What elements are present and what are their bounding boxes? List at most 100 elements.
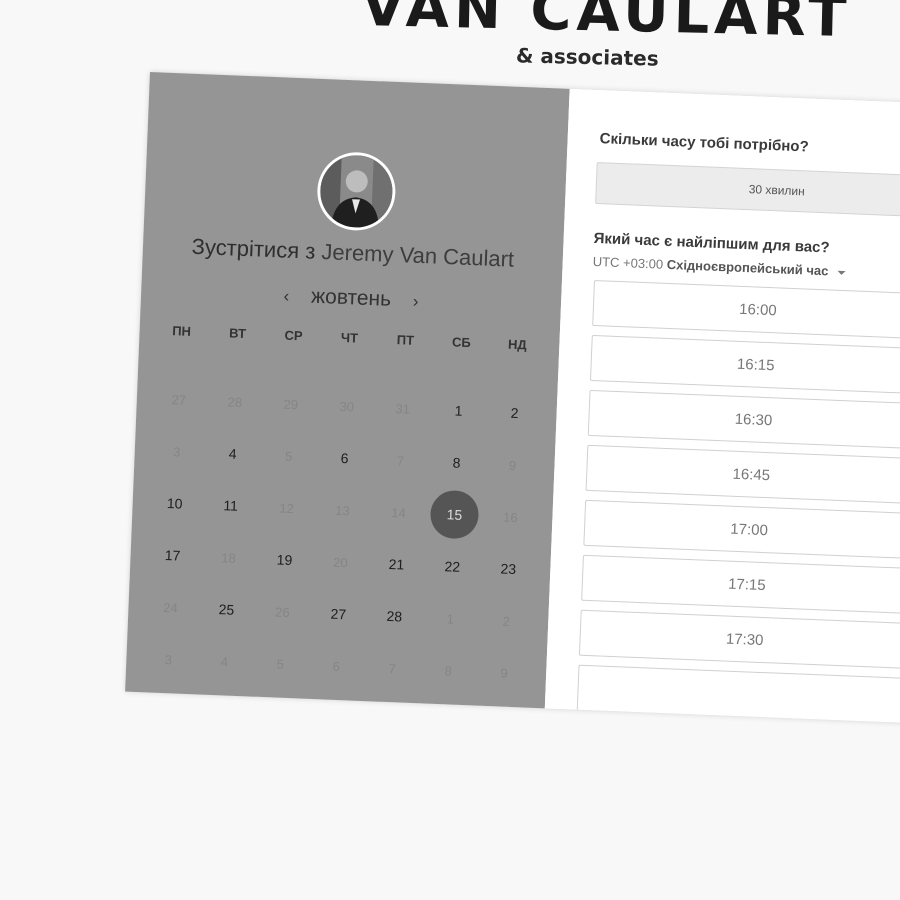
calendar-day[interactable]: 25 — [197, 582, 255, 636]
calendar-day-label: 29 — [283, 396, 299, 412]
calendar-day: 7 — [372, 433, 430, 487]
time-slot-button[interactable]: 17:30 — [578, 609, 900, 669]
weekday-label: СБ — [451, 334, 472, 351]
calendar-day-label: 27 — [330, 605, 347, 623]
time-slot-button[interactable]: 16:30 — [587, 389, 900, 450]
calendar-day-label: 15 — [429, 489, 480, 540]
time-slot-button[interactable]: 17:00 — [583, 499, 900, 560]
host-photo — [318, 153, 394, 229]
calendar-day: 5 — [251, 637, 309, 691]
calendar-day[interactable]: 8 — [428, 436, 486, 490]
calendar-day: 3 — [148, 424, 206, 478]
time-slot-button[interactable]: 16:00 — [592, 279, 900, 340]
calendar-day: 12 — [258, 481, 316, 535]
calendar-day-label: 25 — [218, 601, 235, 618]
weekday-label: СР — [284, 327, 303, 344]
meet-intro: Зустрітися з — [191, 233, 316, 264]
calendar-day[interactable]: 22 — [423, 539, 481, 593]
calendar-day-label: 24 — [163, 599, 179, 616]
calendar-day-label: 5 — [284, 448, 293, 464]
calendar-day: 7 — [363, 641, 421, 695]
chevron-left-icon[interactable]: ‹ — [267, 286, 305, 307]
calendar-day-label: 22 — [444, 558, 461, 575]
time-slot-button[interactable]: 16:45 — [585, 444, 900, 505]
calendar-day-label: 28 — [227, 393, 243, 410]
calendar-day: 14 — [370, 485, 428, 539]
calendar-day: 3 — [139, 632, 197, 686]
calendar-day-label: 16 — [502, 509, 518, 525]
calendar-day-label: 23 — [500, 560, 517, 578]
calendar-day: 4 — [195, 634, 253, 688]
calendar-day[interactable]: 23 — [479, 542, 537, 596]
weekday-label: ПТ — [396, 332, 415, 348]
calendar-day[interactable]: 4 — [204, 427, 262, 481]
timezone-select[interactable]: UTC +03:00 Східноєвропейський час — [592, 254, 847, 279]
calendar-day: 29 — [262, 377, 320, 431]
calendar-day: 2 — [477, 594, 535, 648]
calendar-day-label: 4 — [228, 445, 237, 462]
time-slot-button[interactable]: 16:15 — [589, 334, 900, 395]
calendar-day-label: 3 — [172, 443, 181, 460]
calendar-day-label: 17 — [164, 546, 181, 564]
calendar-day[interactable]: 11 — [202, 478, 260, 532]
calendar-day: 9 — [475, 646, 533, 700]
calendar-day-label: 18 — [221, 549, 237, 566]
calendar-day[interactable]: 2 — [486, 386, 544, 440]
calendar-day[interactable]: 19 — [256, 533, 314, 587]
calendar-day-label: 27 — [171, 391, 187, 408]
time-slot-button-partial[interactable] — [576, 664, 900, 724]
calendar-grid: 27 28 29 30 31 1 2 3 4 5 6 7 8 9 10 11 12 13 14 15 16 17 18 19 2… — [139, 372, 543, 699]
time-slot-list: 16:00 16:15 16:30 16:45 17:00 17:15 17:30 — [576, 279, 900, 724]
calendar-day[interactable]: 6 — [316, 431, 374, 485]
calendar-day: 6 — [307, 639, 365, 693]
calendar-day[interactable]: 10 — [146, 476, 204, 530]
calendar-day: 1 — [421, 591, 479, 645]
calendar-day-label: 26 — [274, 603, 290, 620]
calendar-day: 8 — [419, 643, 477, 697]
calendar-day-label: 19 — [276, 551, 293, 569]
calendar-day[interactable]: 27 — [309, 587, 367, 641]
host-avatar — [315, 150, 397, 232]
meet-title: Зустрітися з Jeremy Van Caulart — [143, 232, 564, 275]
calendar-day-label: 2 — [510, 404, 519, 422]
month-label: жовтень — [310, 284, 392, 311]
calendar-day-label: 30 — [339, 398, 355, 414]
calendar-day-label: 4 — [220, 653, 229, 670]
booking-card: Зустрітися з Jeremy Van Caulart ‹ жовтен… — [125, 72, 900, 725]
calendar-day: 9 — [484, 438, 542, 492]
calendar-day-label: 11 — [223, 497, 239, 514]
calendar-day-label: 21 — [388, 555, 405, 573]
calendar-day: 24 — [142, 580, 200, 634]
calendar-day-label: 3 — [164, 651, 173, 667]
calendar-day-label: 13 — [335, 502, 351, 518]
calendar-day-label: 8 — [452, 454, 461, 471]
calendar-day-label: 1 — [446, 610, 455, 627]
brand-header: VAN CAULART & associates — [0, 0, 900, 80]
calendar-day-label: 9 — [500, 665, 509, 681]
calendar-day: 26 — [253, 585, 311, 639]
calendar-day: 31 — [374, 381, 432, 435]
calendar-day-label: 31 — [395, 400, 411, 417]
chevron-right-icon[interactable]: › — [396, 291, 434, 312]
caret-down-icon — [837, 270, 847, 275]
calendar-day[interactable]: 28 — [365, 589, 423, 643]
calendar-day[interactable]: 1 — [430, 384, 488, 438]
calendar-day-label: 28 — [386, 607, 403, 625]
calendar-day: 28 — [206, 375, 264, 429]
calendar-day-label: 1 — [454, 402, 463, 419]
calendar-day-label: 12 — [279, 500, 295, 516]
brand-tagline: & associates — [515, 43, 659, 71]
calendar-day-label: 7 — [396, 452, 405, 469]
calendar-day-label: 10 — [166, 495, 183, 512]
duration-question: Скільки часу тобі потрібно? — [599, 130, 810, 156]
duration-select[interactable]: 30 хвилин — [595, 162, 900, 219]
month-navigation: ‹ жовтень › — [141, 278, 562, 319]
calendar-day[interactable]: 17 — [144, 528, 202, 582]
calendar-day-label: 20 — [332, 554, 349, 570]
time-slot-button[interactable]: 17:15 — [581, 554, 900, 614]
weekday-label: ВТ — [228, 325, 247, 342]
weekday-label: ЧТ — [340, 329, 359, 346]
calendar-day-selected[interactable]: 15 — [425, 487, 483, 541]
calendar-day[interactable]: 21 — [367, 537, 425, 591]
calendar-day: 30 — [318, 379, 376, 433]
